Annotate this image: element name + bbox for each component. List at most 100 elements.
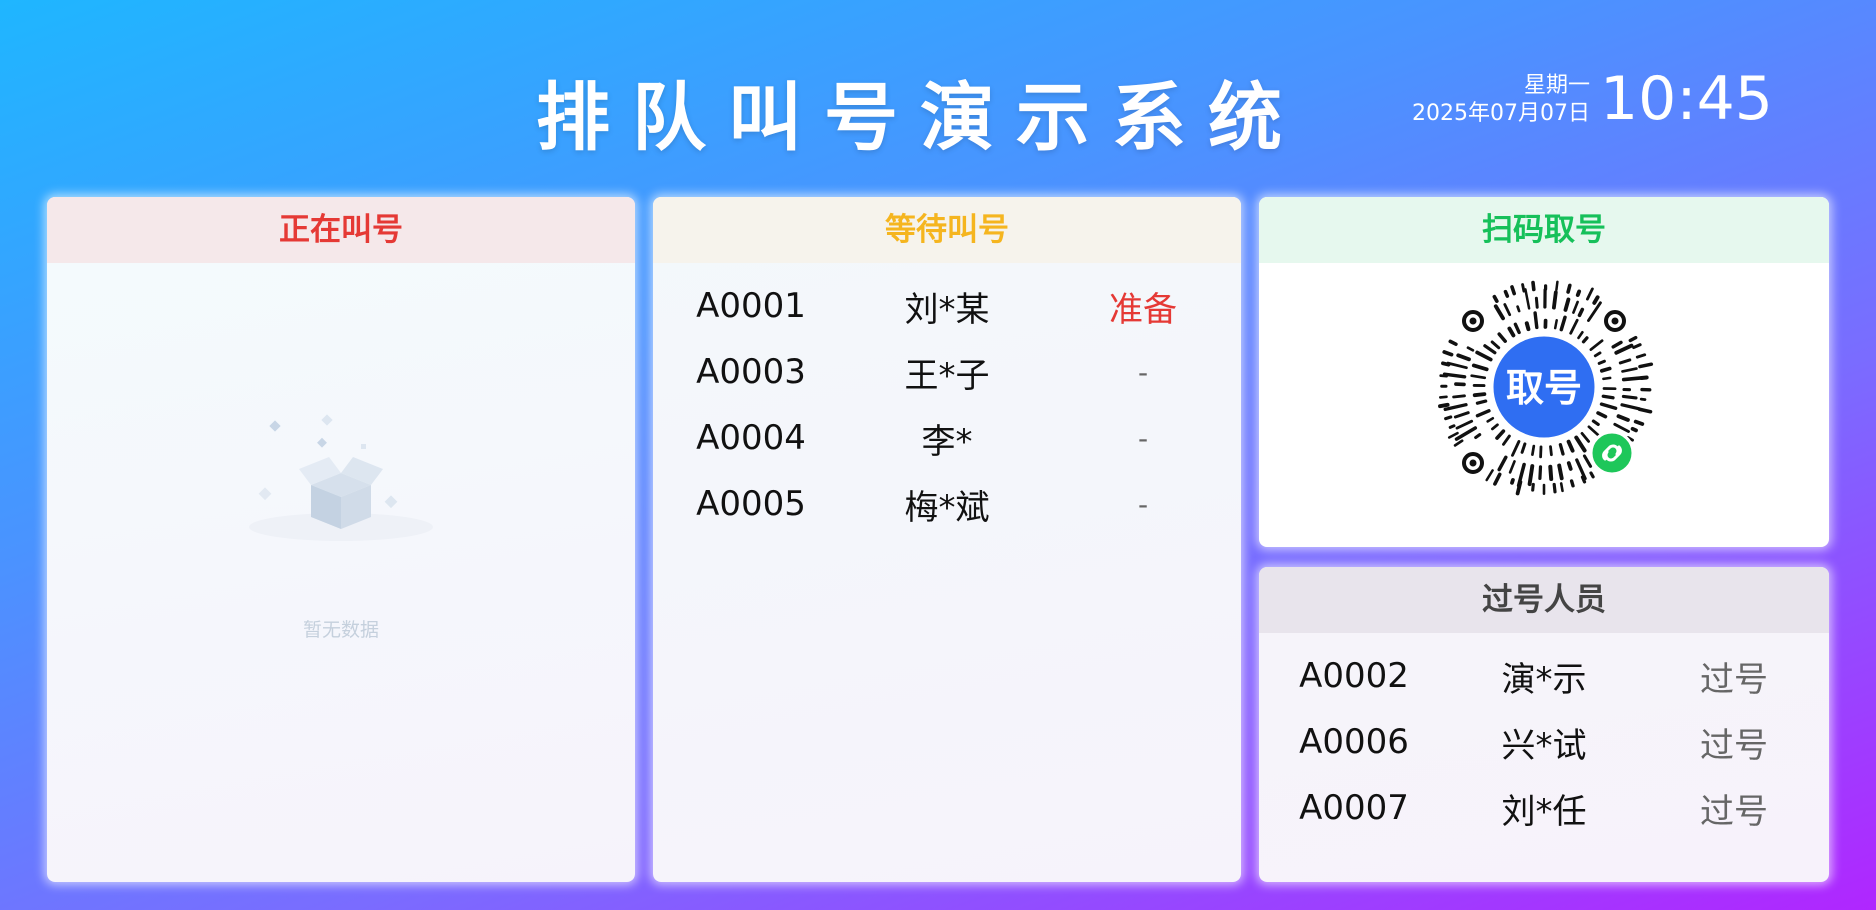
- qr-dot: [1534, 296, 1539, 309]
- qr-dot: [1599, 402, 1618, 411]
- clock: 10:45: [1600, 64, 1773, 134]
- qr-dot: [1621, 376, 1645, 382]
- qr-dot: [1559, 482, 1564, 493]
- calling-panel: 暂无数据 正在叫号: [47, 197, 635, 882]
- list-item: A0004 李* -: [653, 405, 1241, 471]
- queue-status: 准备: [1109, 289, 1177, 330]
- waiting-list: A0001 刘*某 准备 A0003 王*子 - A0004 李* - A000…: [653, 263, 1241, 537]
- qr-dot: [1611, 340, 1623, 349]
- qr-dot: [1510, 477, 1515, 485]
- qr-dot: [1597, 359, 1606, 365]
- qr-dot: [1503, 289, 1510, 298]
- qr-dot: [1613, 422, 1630, 433]
- qr-dot: [1448, 339, 1458, 346]
- qr-dot: [1516, 305, 1521, 313]
- list-item: A0005 梅*斌 -: [653, 471, 1241, 537]
- calling-title: 正在叫号: [47, 197, 635, 263]
- date-box: 星期一 2025年07月07日: [1400, 72, 1590, 128]
- list-item: A0001 刘*某 准备: [653, 273, 1241, 339]
- queue-number: A0006: [1299, 722, 1409, 762]
- queue-status: -: [1137, 421, 1149, 455]
- link-icon: [1589, 430, 1635, 476]
- qr-dot: [1639, 375, 1649, 380]
- queue-number: A0001: [696, 286, 806, 326]
- empty-text: 暂无数据: [302, 619, 379, 641]
- qr-dot: [1448, 424, 1456, 429]
- qr-dot: [1596, 411, 1608, 419]
- qr-dot: [1580, 475, 1587, 484]
- patient-name: 刘*某: [904, 289, 990, 330]
- qr-dot: [1638, 362, 1654, 369]
- qr-dot: [1632, 343, 1642, 350]
- qr-dot: [1513, 322, 1521, 335]
- queue-status: -: [1137, 355, 1149, 389]
- qr-dot: [1549, 445, 1553, 457]
- qr-dot: [1491, 423, 1499, 431]
- empty-box-icon: [249, 414, 433, 541]
- qr-dot: [1508, 460, 1516, 474]
- mini-program-qr-code-icon[interactable]: 取号: [1429, 277, 1659, 507]
- qr-dot: [1524, 321, 1531, 332]
- qr-dot: [1502, 434, 1511, 446]
- queue-number: A0005: [696, 484, 806, 524]
- qr-dot: [1453, 439, 1464, 447]
- qr-dot: [1587, 425, 1600, 437]
- qr-dot: [1511, 440, 1521, 457]
- patient-name: 梅*斌: [904, 487, 990, 528]
- qr-dot: [1637, 407, 1653, 414]
- qr-dot: [1446, 361, 1468, 370]
- queue-status: 过号: [1700, 725, 1768, 766]
- qr-dot: [1557, 463, 1564, 481]
- qr-dot: [1553, 319, 1558, 330]
- qr-dot: [1569, 318, 1579, 335]
- qr-dot: [1621, 394, 1638, 400]
- qr-dot: [1486, 417, 1495, 423]
- qr-dot: [1483, 344, 1497, 355]
- qr-dot: [1493, 472, 1502, 486]
- queue-number: A0007: [1299, 788, 1409, 828]
- qr-dot: [1575, 289, 1582, 297]
- qr-dot: [1531, 444, 1536, 456]
- qr-dot: [1490, 340, 1501, 350]
- qr-dot: [1633, 419, 1645, 426]
- qr-dot: [1587, 301, 1602, 322]
- qr-dot: [1575, 458, 1587, 481]
- page-title: 排队叫号演示系统: [536, 75, 1304, 161]
- qr-dot: [1471, 363, 1489, 372]
- qr-dot: [1510, 285, 1516, 296]
- qr-dot: [1580, 431, 1591, 443]
- patient-name: 刘*任: [1501, 791, 1587, 832]
- weekday: 星期一: [1523, 73, 1590, 98]
- qr-dot: [1485, 469, 1494, 482]
- qr-dot: [1552, 482, 1557, 494]
- patient-name: 兴*试: [1501, 725, 1587, 766]
- qr-dot: [1531, 280, 1536, 292]
- qr-dot: [1438, 402, 1450, 409]
- qr-dot: [1621, 367, 1638, 373]
- qr-dot: [1614, 343, 1634, 355]
- qr-dot: [1566, 439, 1575, 453]
- qr-dot: [1441, 361, 1451, 367]
- header: 排队叫号演示系统 星期一 2025年07月07日 10:45: [0, 0, 1876, 190]
- qr-dot: [1548, 464, 1554, 481]
- qr-dot: [1577, 307, 1585, 318]
- queue-number: A0004: [696, 418, 806, 458]
- qr-dot: [1439, 395, 1448, 399]
- qr-dot: [1572, 300, 1579, 314]
- qr-dot: [1585, 287, 1594, 301]
- qr-dot: [1455, 419, 1474, 430]
- qr-dot: [1620, 403, 1641, 411]
- waiting-panel: 等待叫号 A0001 刘*某 准备 A0003 王*子 - A0004 李* -…: [653, 197, 1241, 882]
- qr-dot: [1601, 394, 1615, 400]
- qr-dot: [1475, 350, 1493, 362]
- qr-dot: [1474, 433, 1482, 440]
- qr-dot: [1618, 358, 1632, 365]
- date: 2025年07月07日: [1412, 101, 1590, 126]
- qr-dot: [1616, 414, 1630, 422]
- qr-dot: [1593, 351, 1602, 358]
- qr-dot: [1589, 471, 1595, 479]
- qr-dot: [1628, 335, 1638, 343]
- qr-dot: [1442, 350, 1454, 357]
- qr-dot: [1630, 426, 1638, 433]
- qr-dot: [1555, 280, 1559, 292]
